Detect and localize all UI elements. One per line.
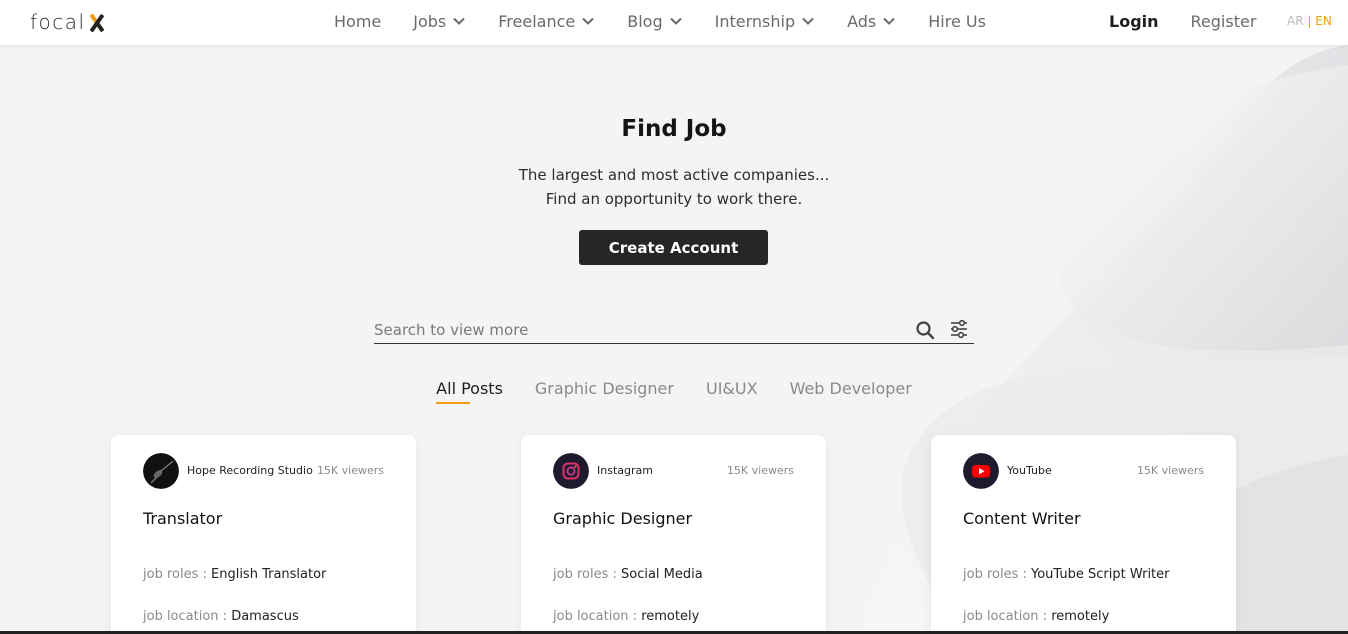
register-link[interactable]: Register (1191, 12, 1257, 31)
job-roles-row: job roles : Social Media (553, 567, 703, 582)
nav-blog[interactable]: Blog (627, 12, 682, 31)
nav-hire-us-label: Hire Us (928, 11, 986, 31)
job-location-label: job location : (143, 609, 228, 624)
search-icon[interactable] (915, 320, 935, 340)
tab-all-posts[interactable]: All Posts (436, 379, 503, 404)
nav-hire-us[interactable]: Hire Us (928, 12, 986, 31)
focalx-logo[interactable]: focal (30, 8, 106, 36)
lang-ar[interactable]: AR (1287, 14, 1304, 28)
job-title[interactable]: Translator (143, 509, 222, 528)
job-card[interactable]: Instagram 15K viewers Graphic Designer j… (521, 435, 826, 634)
nav-home[interactable]: Home (334, 12, 381, 31)
viewers-count: 15K viewers (316, 464, 384, 477)
nav-ads-label: Ads (847, 11, 877, 31)
job-roles-label: job roles : (553, 567, 617, 582)
lang-separator: | (1307, 14, 1312, 28)
main-nav: Home Jobs Freelance Blog Internship Ads … (334, 0, 1018, 42)
chevron-down-icon (802, 17, 814, 25)
job-location-row: job location : remotely (553, 609, 699, 624)
company-name: Hope Recording Studio (187, 464, 313, 477)
job-roles-label: job roles : (963, 567, 1027, 582)
job-roles-label: job roles : (143, 567, 207, 582)
create-account-button[interactable]: Create Account (579, 230, 768, 265)
job-location-row: job location : remotely (963, 609, 1109, 624)
company-name: YouTube (1007, 464, 1052, 477)
nav-jobs[interactable]: Jobs (413, 12, 466, 31)
chevron-down-icon (453, 17, 465, 25)
job-card[interactable]: Hope Recording Studio 15K viewers Transl… (111, 435, 416, 634)
job-roles-value: Social Media (621, 567, 703, 582)
hero-subtitle-line-2: Find an opportunity to work there. (545, 190, 803, 208)
filter-sliders-icon[interactable] (949, 319, 969, 339)
tab-ui-ux[interactable]: UI&UX (706, 379, 758, 402)
job-location-value: remotely (1051, 609, 1110, 624)
nav-freelance[interactable]: Freelance (498, 12, 595, 31)
nav-jobs-label: Jobs (413, 11, 447, 31)
job-roles-row: job roles : YouTube Script Writer (963, 567, 1170, 582)
nav-internship-label: Internship (714, 11, 796, 31)
auth-links: Login Register (1109, 0, 1256, 42)
job-card[interactable]: YouTube 15K viewers Content Writer job r… (931, 435, 1236, 634)
viewers-count: 15K viewers (726, 464, 794, 477)
job-location-value: Damascus (231, 609, 299, 624)
logo-x-mark-icon (88, 13, 106, 33)
search-input[interactable] (374, 318, 904, 342)
job-location-label: job location : (963, 609, 1048, 624)
nav-ads[interactable]: Ads (847, 12, 896, 31)
youtube-icon (963, 453, 999, 489)
login-link[interactable]: Login (1109, 12, 1159, 31)
job-roles-row: job roles : English Translator (143, 567, 326, 582)
job-roles-value: English Translator (211, 567, 327, 582)
search-bar (374, 314, 974, 344)
hero-subtitle-line-1: The largest and most active companies... (518, 166, 830, 184)
lang-en[interactable]: EN (1315, 14, 1332, 28)
chevron-down-icon (883, 17, 895, 25)
tab-web-developer[interactable]: Web Developer (790, 379, 912, 402)
tab-graphic-designer[interactable]: Graphic Designer (535, 379, 674, 402)
nav-freelance-label: Freelance (498, 11, 576, 31)
job-roles-value: YouTube Script Writer (1031, 567, 1170, 582)
job-location-row: job location : Damascus (143, 609, 299, 624)
page-title: Find Job (621, 116, 727, 142)
chevron-down-icon (669, 17, 682, 25)
category-tabs: All Posts Graphic Designer UI&UX Web Dev… (0, 379, 1348, 404)
microphone-icon (143, 453, 179, 489)
instagram-icon (553, 453, 589, 489)
nav-home-label: Home (334, 11, 382, 31)
company-name: Instagram (597, 464, 653, 477)
job-title[interactable]: Graphic Designer (553, 509, 692, 528)
chevron-down-icon (582, 17, 594, 25)
top-navigation-bar: focal Home Jobs Freelance Blog Internshi… (0, 0, 1348, 45)
job-title[interactable]: Content Writer (963, 509, 1081, 528)
job-location-label: job location : (553, 609, 638, 624)
nav-internship[interactable]: Internship (715, 12, 816, 31)
viewers-count: 15K viewers (1136, 464, 1204, 477)
logo-text: focal (30, 10, 86, 34)
language-switcher: AR | EN (1287, 14, 1332, 28)
nav-blog-label: Blog (627, 11, 663, 31)
job-location-value: remotely (641, 609, 700, 624)
